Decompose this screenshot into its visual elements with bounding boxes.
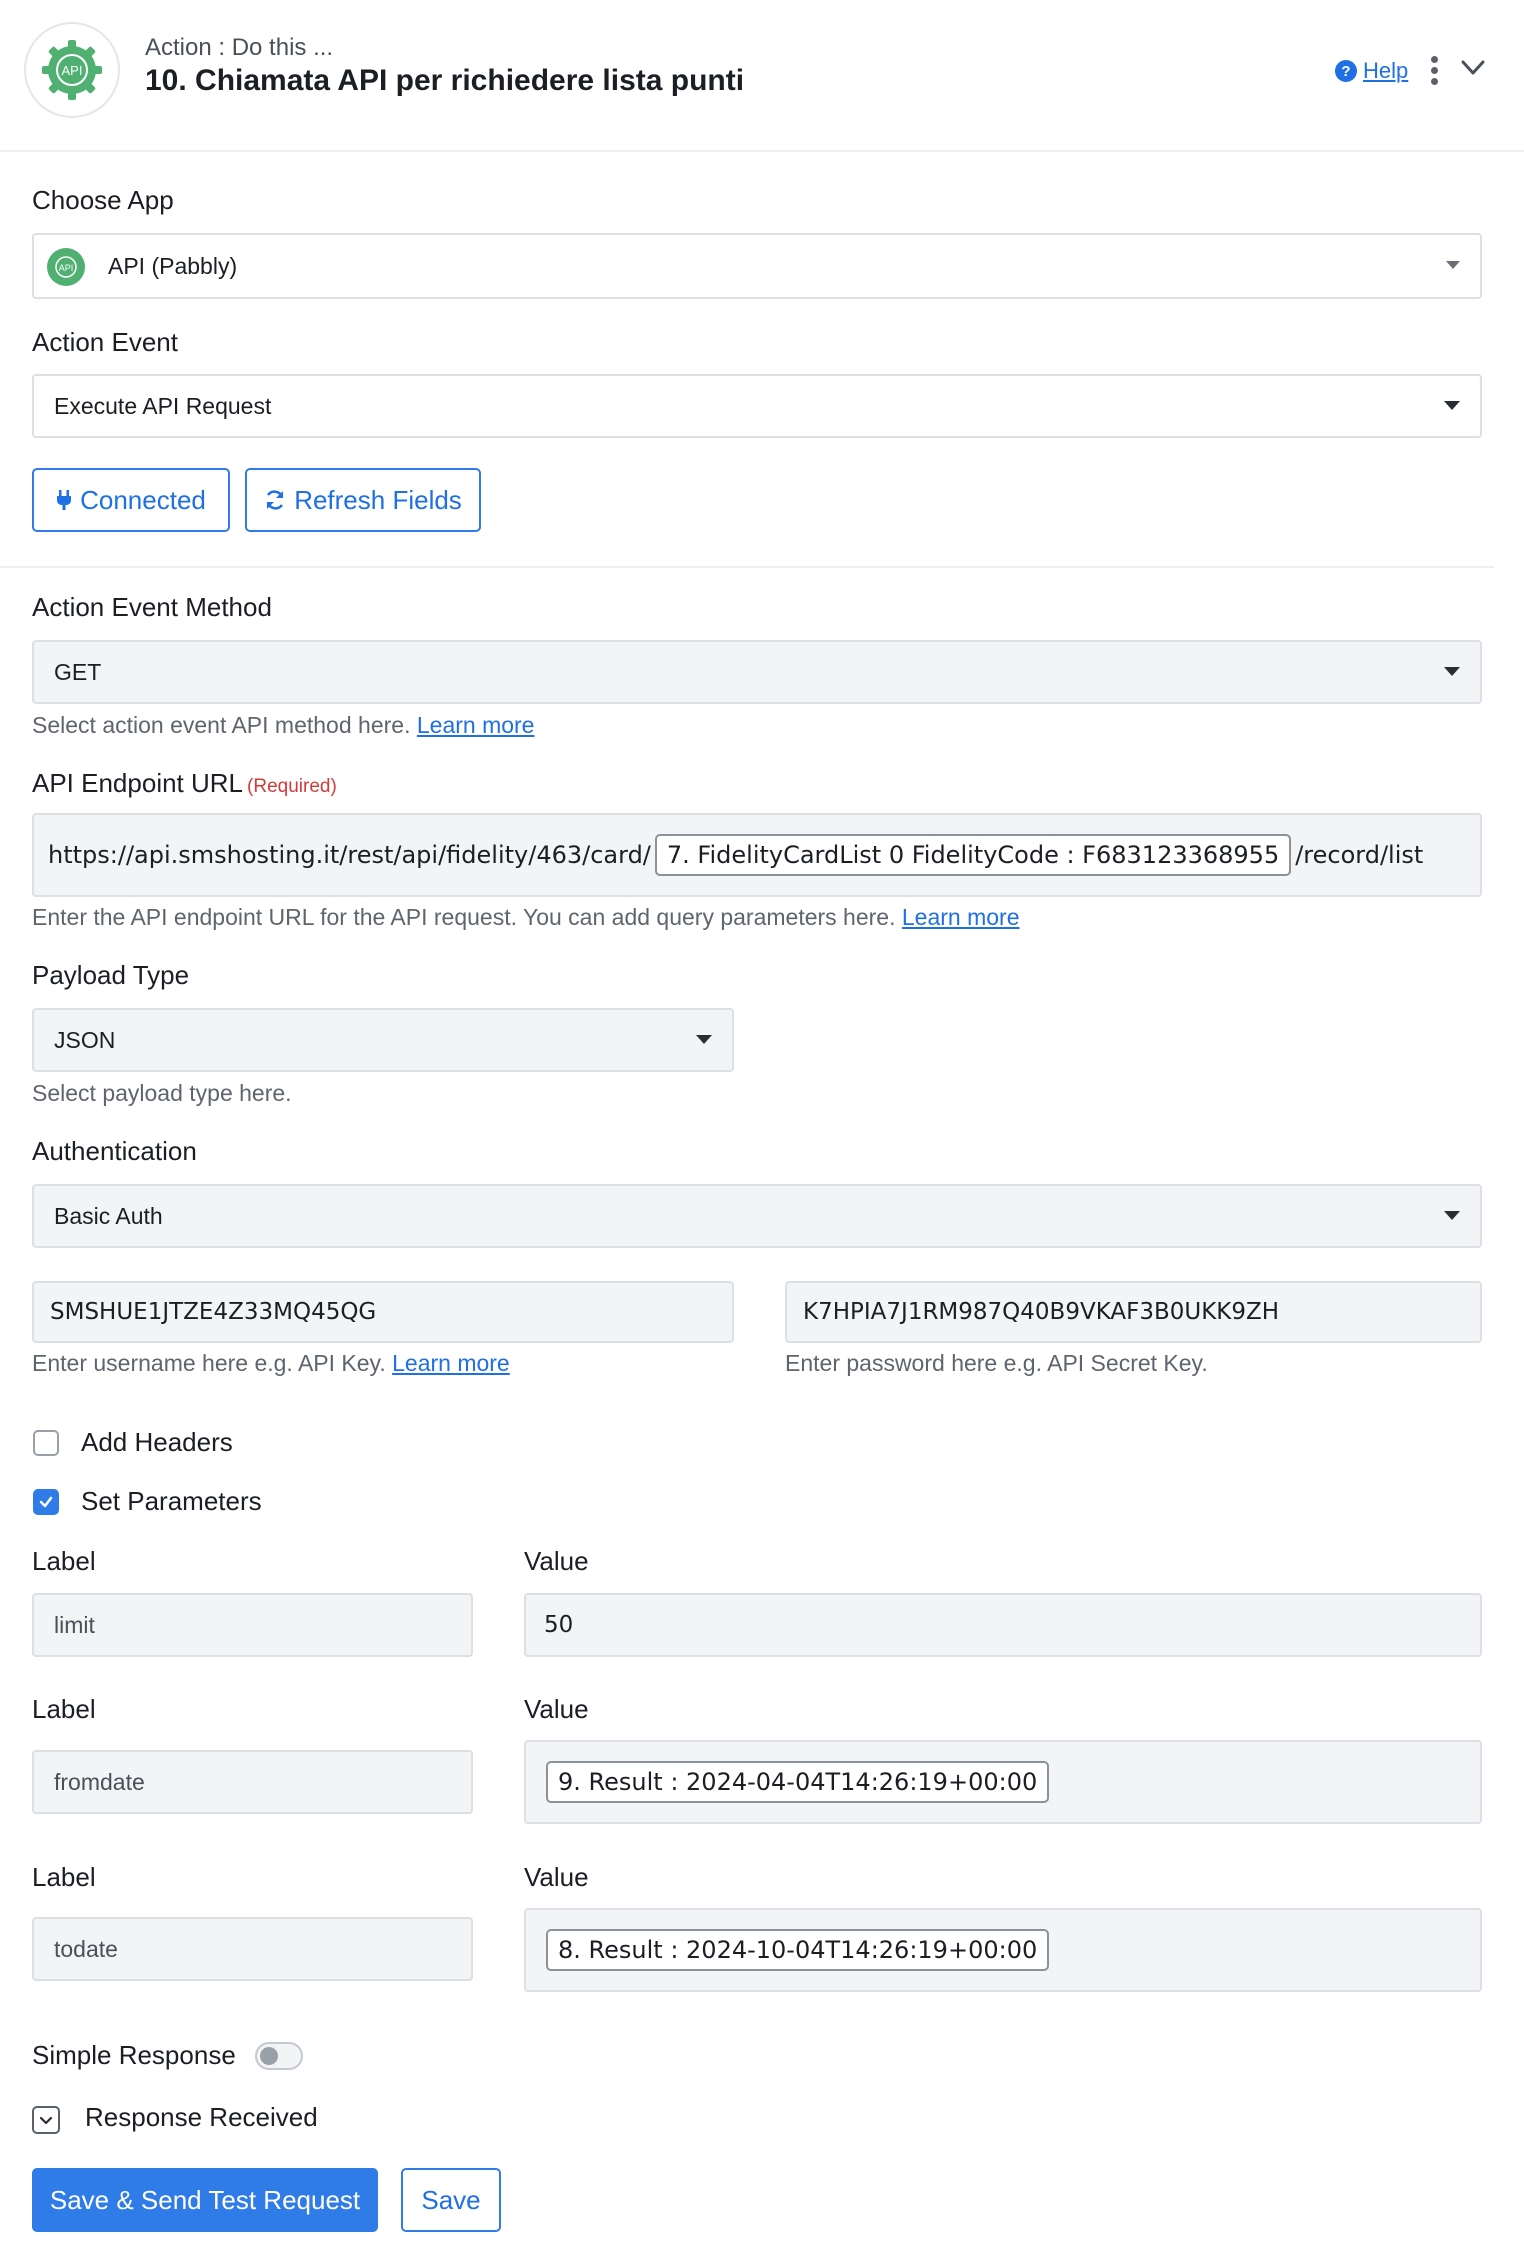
check-icon — [39, 1496, 53, 1508]
param-label-header: Label — [32, 1546, 96, 1576]
endpoint-label: API Endpoint URL (Required) — [32, 768, 337, 799]
endpoint-help: Enter the API endpoint URL for the API r… — [32, 904, 1020, 931]
param-label-header: Label — [32, 1862, 96, 1892]
save-send-test-button[interactable]: Save & Send Test Request — [32, 2168, 378, 2232]
password-help: Enter password here e.g. API Secret Key. — [785, 1350, 1208, 1376]
app-logo: API — [24, 22, 120, 118]
app-icon-text: API — [59, 263, 74, 273]
section-divider — [0, 566, 1494, 568]
username-learn-more-link[interactable]: Learn more — [392, 1350, 510, 1376]
action-event-value: Execute API Request — [54, 392, 272, 419]
required-marker: (Required) — [247, 776, 337, 797]
help-link[interactable]: ? Help — [1335, 58, 1408, 84]
endpoint-url-input[interactable]: https://api.smshosting.it/rest/api/fidel… — [32, 813, 1482, 897]
save-button[interactable]: Save — [401, 2168, 501, 2232]
chevron-down-icon — [39, 2116, 53, 2125]
api-gear-icon: API — [42, 40, 102, 100]
password-value: K7HPIA7J1RM987Q40B9VKAF3B0UKK9ZH — [803, 1299, 1280, 1325]
param-value-text: 50 — [544, 1612, 574, 1638]
refresh-fields-label: Refresh Fields — [294, 484, 462, 515]
username-help-text: Enter username here e.g. API Key. — [32, 1350, 386, 1376]
step-title[interactable]: 10. Chiamata API per richiedere lista pu… — [145, 64, 744, 98]
caret-down-icon — [696, 1035, 712, 1044]
endpoint-prefix: https://api.smshosting.it/rest/api/fidel… — [48, 841, 651, 869]
auth-select[interactable]: Basic Auth — [32, 1184, 1482, 1248]
refresh-fields-button[interactable]: Refresh Fields — [245, 468, 481, 532]
mapped-field-chip[interactable]: 7. FidelityCardList 0 FidelityCode : F68… — [654, 834, 1292, 876]
api-app-icon: API — [47, 248, 85, 286]
param-value-header: Value — [524, 1694, 589, 1724]
param-value-input[interactable]: 9. Result : 2024-04-04T14:26:19+00:00 — [524, 1740, 1482, 1824]
param-label-value: todate — [54, 1935, 118, 1962]
auth-label: Authentication — [32, 1136, 197, 1166]
param-value-input[interactable]: 8. Result : 2024-10-04T14:26:19+00:00 — [524, 1908, 1482, 1992]
password-field[interactable]: K7HPIA7J1RM987Q40B9VKAF3B0UKK9ZH — [785, 1281, 1482, 1343]
connected-button[interactable]: Connected — [32, 468, 230, 532]
param-label-header: Label — [32, 1694, 96, 1724]
param-value-wrap: 9. Result : 2024-04-04T14:26:19+00:00 — [526, 1761, 1050, 1803]
response-received-toggle[interactable] — [32, 2106, 60, 2134]
question-circle-icon: ? — [1335, 60, 1357, 82]
choose-app-label: Choose App — [32, 185, 174, 215]
caret-down-icon — [1444, 1211, 1460, 1220]
auth-value: Basic Auth — [54, 1202, 163, 1229]
simple-response-toggle[interactable] — [255, 2042, 303, 2070]
simple-response-label: Simple Response — [32, 2040, 236, 2070]
action-event-label: Action Event — [32, 327, 178, 357]
method-learn-more-link[interactable]: Learn more — [417, 712, 535, 738]
param-value-header: Value — [524, 1862, 589, 1892]
add-headers-label[interactable]: Add Headers — [81, 1427, 233, 1458]
payload-value: JSON — [54, 1026, 116, 1053]
payload-select[interactable]: JSON — [32, 1008, 734, 1072]
method-select[interactable]: GET — [32, 640, 1482, 704]
endpoint-suffix: /record/list — [1295, 841, 1424, 869]
username-help: Enter username here e.g. API Key. Learn … — [32, 1350, 510, 1377]
caret-down-icon — [1444, 667, 1460, 676]
param-label-input[interactable]: limit — [32, 1593, 473, 1657]
action-event-select[interactable]: Execute API Request — [32, 374, 1482, 438]
method-help: Select action event API method here. Lea… — [32, 712, 534, 739]
method-help-text: Select action event API method here. — [32, 712, 411, 738]
param-label-input[interactable]: fromdate — [32, 1750, 473, 1814]
logo-text: API — [62, 63, 83, 78]
step-subtitle: Action : Do this ... — [145, 34, 334, 61]
add-headers-checkbox[interactable] — [33, 1430, 59, 1456]
username-field[interactable]: SMSHUE1JTZE4Z33MQ45QG — [32, 1281, 734, 1343]
param-label-input[interactable]: todate — [32, 1917, 473, 1981]
plug-icon — [57, 490, 72, 510]
endpoint-learn-more-link[interactable]: Learn more — [902, 904, 1020, 930]
choose-app-select[interactable]: API API (Pabbly) — [32, 233, 1482, 299]
response-received-label[interactable]: Response Received — [85, 2102, 318, 2133]
mapped-field-chip[interactable]: 8. Result : 2024-10-04T14:26:19+00:00 — [546, 1929, 1050, 1971]
username-value: SMSHUE1JTZE4Z33MQ45QG — [50, 1299, 377, 1325]
set-parameters-checkbox[interactable] — [33, 1489, 59, 1515]
refresh-icon — [267, 490, 284, 510]
step-header: API Action : Do this ... 10. Chiamata AP… — [0, 0, 1524, 152]
param-label-value: fromdate — [54, 1768, 145, 1795]
chevron-down-icon[interactable] — [1460, 56, 1486, 80]
param-value-header: Value — [524, 1546, 589, 1576]
method-value: GET — [54, 658, 102, 685]
toggle-knob — [260, 2047, 278, 2065]
payload-help: Select payload type here. — [32, 1080, 292, 1106]
param-value-wrap: 8. Result : 2024-10-04T14:26:19+00:00 — [526, 1929, 1050, 1971]
caret-down-icon — [1444, 401, 1460, 410]
caret-down-icon — [1446, 261, 1460, 269]
payload-label: Payload Type — [32, 960, 190, 990]
method-label: Action Event Method — [32, 592, 272, 622]
mapped-field-chip[interactable]: 9. Result : 2024-04-04T14:26:19+00:00 — [546, 1761, 1050, 1803]
set-parameters-label[interactable]: Set Parameters — [81, 1486, 262, 1517]
endpoint-label-text: API Endpoint URL — [32, 768, 244, 798]
kebab-menu-icon[interactable] — [1426, 56, 1442, 88]
connected-label: Connected — [80, 484, 206, 515]
endpoint-help-text: Enter the API endpoint URL for the API r… — [32, 904, 896, 930]
help-label[interactable]: Help — [1363, 58, 1408, 84]
param-label-value: limit — [54, 1611, 95, 1638]
param-value-input[interactable]: 50 — [524, 1593, 1482, 1657]
